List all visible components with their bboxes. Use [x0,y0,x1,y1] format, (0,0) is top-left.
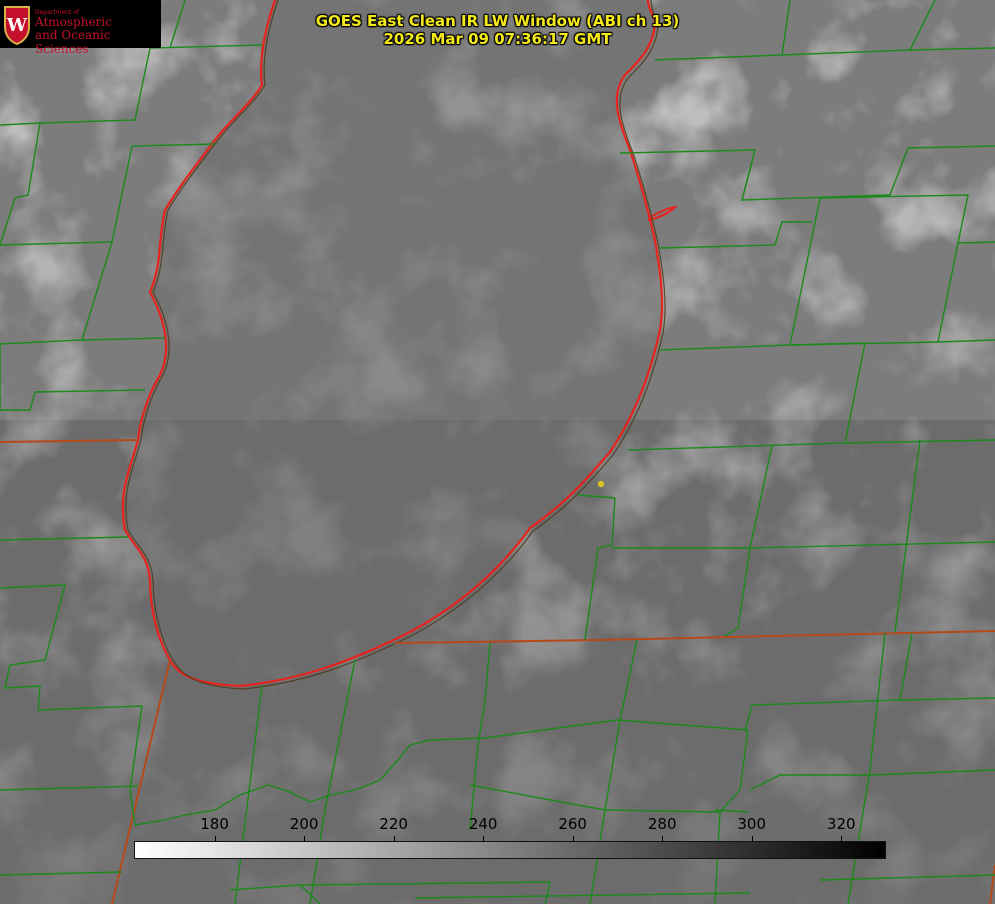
colorbar-tick-mark [841,836,842,842]
colorbar-tick-mark [394,836,395,842]
satellite-image-viewer: W Department of Atmospheric and Oceanic … [0,0,995,904]
location-marker [597,480,605,488]
colorbar-tick-mark [573,836,574,842]
colorbar-tick-label: 260 [558,815,587,833]
brightness-temperature-colorbar [134,841,886,859]
colorbar-tick-mark [483,836,484,842]
colorbar-tick-label: 180 [200,815,229,833]
colorbar-tick-mark [662,836,663,842]
image-timestamp: 2026 Mar 09 07:36:17 GMT [383,30,612,48]
colorbar-tick-label: 200 [289,815,319,833]
colorbar-tick-label: 220 [379,815,408,833]
colorbar-tick-label: 280 [647,815,677,833]
colorbar-tick-mark [752,836,753,842]
colorbar-tick-mark [304,836,305,842]
colorbar-tick-mark [215,836,216,842]
colorbar-tick-label: 320 [826,815,856,833]
colorbar-tick-label: 300 [737,815,767,833]
colorbar-tick-label: 240 [468,815,498,833]
image-title: GOES East Clean IR LW Window (ABI ch 13) [315,12,680,30]
satellite-map [0,0,995,904]
